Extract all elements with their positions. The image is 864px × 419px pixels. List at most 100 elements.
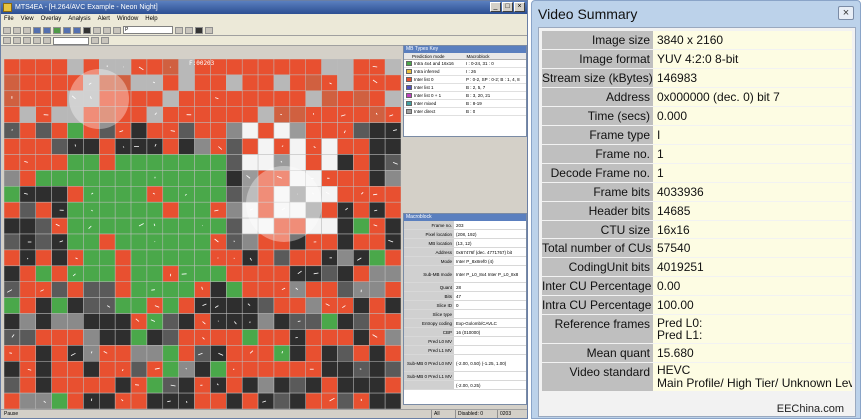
video-frame-view[interactable]: F:00203 <box>4 59 401 409</box>
menu-help[interactable]: Help <box>145 14 157 25</box>
summary-value-line: 0.000 <box>657 108 688 123</box>
macroblock-cell <box>337 74 354 92</box>
macroblock-cell <box>210 361 227 378</box>
maximize-button[interactable]: □ <box>502 2 513 12</box>
rewind-icon[interactable] <box>33 26 41 34</box>
macroblock-cell <box>51 186 68 203</box>
overlay-select[interactable] <box>53 36 89 45</box>
macroblock-cell <box>67 59 84 76</box>
macroblock-row: (-2.00, 0.25) <box>404 381 526 390</box>
menu-overlay[interactable]: Overlay <box>41 14 62 25</box>
zoom-in-icon[interactable] <box>103 26 111 34</box>
overlay-qp-icon[interactable] <box>23 37 31 44</box>
overlay-hex-icon[interactable] <box>101 37 109 44</box>
macroblock-cell <box>35 170 52 187</box>
minimize-button[interactable]: _ <box>490 2 501 12</box>
play-icon[interactable] <box>53 26 61 34</box>
macroblock-cell <box>35 138 52 155</box>
macroblock-cell <box>162 233 179 251</box>
macroblock-cell <box>35 297 52 314</box>
macroblock-cell <box>162 170 179 187</box>
zoom-out-icon[interactable] <box>113 26 121 34</box>
macroblock-key: CBP <box>404 328 454 336</box>
summary-value-line: 146983 <box>657 70 698 85</box>
macroblock-cell <box>130 90 148 107</box>
overlay-mv-icon[interactable] <box>13 37 21 44</box>
mb-type-row[interactable]: Inter direct B : 0 <box>404 108 526 116</box>
macroblock-cell <box>130 361 148 378</box>
open-icon[interactable] <box>3 26 11 34</box>
macroblock-cell <box>337 122 354 139</box>
menu-view[interactable]: View <box>21 14 34 25</box>
menu-file[interactable]: File <box>4 14 14 25</box>
macroblock-cell <box>337 361 354 378</box>
macroblock-cell <box>67 154 84 171</box>
macroblock-cell <box>146 392 164 409</box>
step-forward-icon[interactable] <box>63 26 71 34</box>
macroblock-cell <box>289 265 306 282</box>
fast-forward-icon[interactable] <box>73 26 81 34</box>
macroblock-cell <box>241 329 259 346</box>
macroblock-cell <box>99 249 116 267</box>
settings-icon[interactable] <box>205 26 213 34</box>
summary-row: Inter CU Percentage 0.00 <box>542 277 852 297</box>
mb-type-value: P : 0-2, SP : 0-2; B : 1, 4, 8 <box>466 76 520 82</box>
macroblock-cell <box>368 361 386 378</box>
step-back-icon[interactable] <box>43 26 51 34</box>
overlay-mb-icon[interactable] <box>3 37 11 44</box>
close-button[interactable]: × <box>514 2 525 12</box>
macroblock-cell <box>337 59 354 76</box>
print-icon[interactable] <box>23 26 31 34</box>
stop-icon[interactable] <box>83 26 91 34</box>
macroblock-cell <box>19 138 37 155</box>
macroblock-cell <box>114 170 132 187</box>
macroblock-title: Macroblock <box>404 214 526 221</box>
menu-alert[interactable]: Alert <box>98 14 110 25</box>
macroblock-cell <box>162 138 179 155</box>
summary-value-line: 1 <box>657 146 664 161</box>
mb-type-value: B : 3, 20, 21 <box>466 92 491 98</box>
macroblock-value: Exp-Golomb/CAVLC <box>456 321 497 326</box>
record-icon[interactable] <box>195 26 203 34</box>
close-icon[interactable]: × <box>838 6 854 20</box>
save-icon[interactable] <box>13 26 21 34</box>
menu-analysis[interactable]: Analysis <box>68 14 90 25</box>
frame-type-select[interactable]: P <box>123 26 173 34</box>
mb-type-swatch <box>406 77 412 82</box>
summary-row: CodingUnit bits 4019251 <box>542 258 852 278</box>
macroblock-cell <box>162 106 179 123</box>
summary-row: Decode Frame no. 1 <box>542 163 852 183</box>
overlay-bits-icon[interactable] <box>33 37 41 44</box>
macroblock-cell <box>4 59 21 76</box>
overlay-slice-icon[interactable] <box>43 37 51 44</box>
macroblock-cell <box>99 138 116 155</box>
macroblock-cell <box>384 217 401 235</box>
macroblock-cell <box>51 138 68 155</box>
mb-type-swatch <box>406 93 412 98</box>
filter-icon[interactable] <box>175 26 183 34</box>
macroblock-cell <box>210 376 227 394</box>
screenshot-root: MTS4EA - [H.264/AVC Example - Neon Night… <box>0 0 864 419</box>
macroblock-cell <box>257 281 275 298</box>
loop-icon[interactable] <box>93 26 101 34</box>
macroblock-row: Sub-MB 0 Pred L1 MV <box>404 372 526 381</box>
macroblock-cell <box>130 122 148 139</box>
macroblock-cell <box>194 74 211 92</box>
overlay-pixel-icon[interactable] <box>91 37 99 44</box>
summary-value-line: 16x16 <box>657 222 690 237</box>
menu-window[interactable]: Window <box>117 14 138 25</box>
macroblock-row: Slice ID 0 <box>404 301 526 310</box>
macroblock-cell <box>35 106 52 123</box>
macroblock-cell <box>305 74 322 92</box>
summary-value: 0.00 <box>653 277 852 297</box>
macroblock-cell <box>384 201 401 219</box>
macroblock-cell <box>305 329 322 346</box>
grid-icon[interactable] <box>185 26 193 34</box>
macroblock-cell <box>257 59 275 76</box>
macroblock-cell <box>289 376 306 394</box>
macroblock-cell <box>178 345 195 362</box>
macroblock-cell <box>146 138 164 155</box>
summary-label: Header bits <box>542 201 653 221</box>
macroblock-value <box>454 337 456 345</box>
macroblock-cell <box>35 249 52 267</box>
